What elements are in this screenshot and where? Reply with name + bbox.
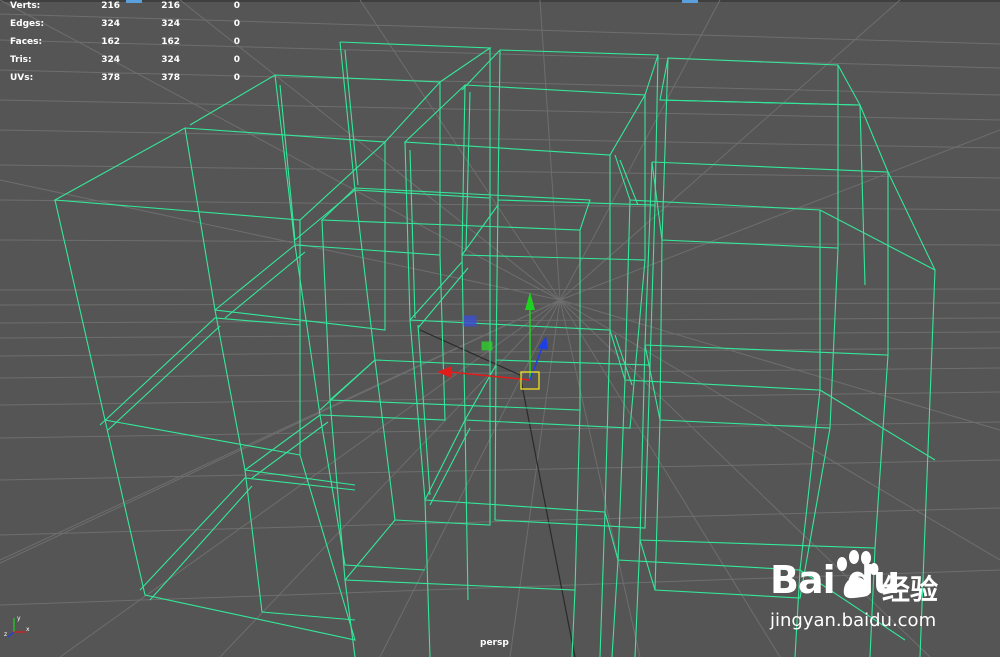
hud-label: Tris: — [10, 55, 32, 65]
camera-name-label: persp — [480, 638, 509, 648]
hud-label: UVs: — [10, 73, 34, 83]
hud-value: 324 — [161, 55, 180, 65]
baidu-watermark: Bai du 经验 jingyan.baidu.com — [770, 548, 1000, 648]
hud-label: Verts: — [10, 1, 41, 11]
hud-value: 324 — [161, 19, 180, 29]
move-manipulator-icon[interactable] — [437, 292, 548, 390]
hud-value: 324 — [101, 19, 120, 29]
svg-text:x: x — [26, 626, 30, 633]
hud-value: 0 — [233, 73, 240, 83]
hud-label: Faces: — [10, 37, 43, 47]
watermark-cn: 经验 — [882, 573, 939, 606]
hud-value: 324 — [101, 55, 120, 65]
hud-value: 0 — [233, 19, 240, 29]
svg-text:y: y — [17, 615, 21, 622]
hud-value: 162 — [101, 37, 120, 47]
hud-value: 0 — [233, 1, 240, 11]
hud-label: Edges: — [10, 19, 45, 29]
viewport-persp[interactable]: Verts: 216 216 0 Edges: 324 324 0 Faces:… — [0, 0, 1000, 657]
view-axis-triad-icon: y x z — [4, 615, 30, 638]
hud-value: 378 — [101, 73, 120, 83]
hud-value: 216 — [161, 1, 180, 11]
svg-text:z: z — [4, 631, 7, 638]
watermark-brand: Bai du — [770, 558, 900, 602]
watermark-url: jingyan.baidu.com — [770, 610, 937, 631]
hud-value: 378 — [161, 73, 180, 83]
hud-value: 216 — [101, 1, 120, 11]
hud-value: 0 — [233, 37, 240, 47]
hud-value: 0 — [233, 55, 240, 65]
hud-value: 162 — [161, 37, 180, 47]
